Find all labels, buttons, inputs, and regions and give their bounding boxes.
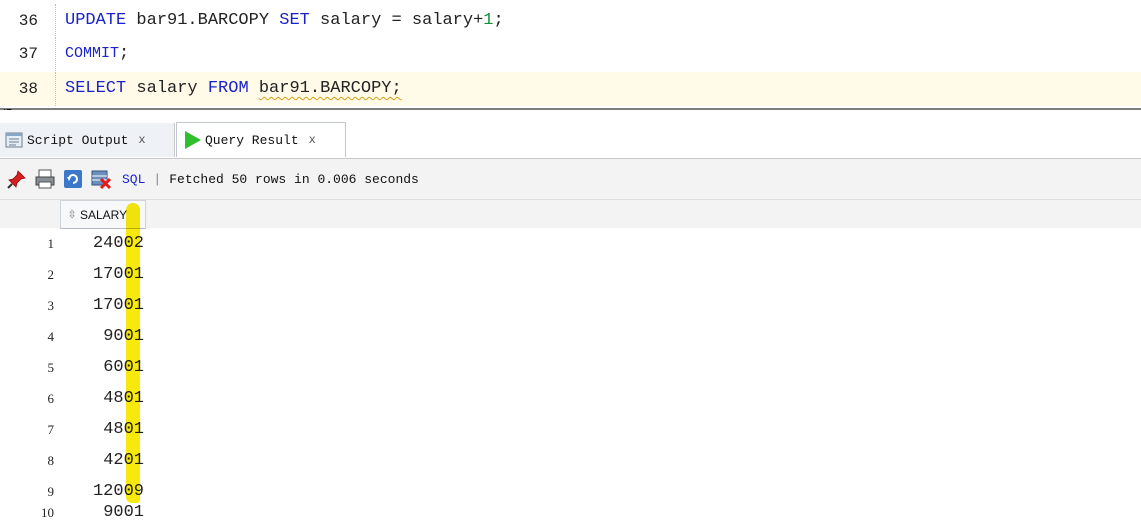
- code-token: ;: [119, 44, 130, 63]
- fetch-status: Fetched 50 rows in 0.006 seconds: [169, 171, 419, 187]
- gutter-rule: [55, 72, 56, 106]
- tab-query-result[interactable]: Query Result x: [176, 122, 346, 157]
- tab-script-output[interactable]: Script Output x: [0, 123, 175, 157]
- table-row[interactable]: 4 9001: [0, 321, 1141, 352]
- table-row[interactable]: 6 4801: [0, 383, 1141, 414]
- code-token: bar91.BARCOPY: [126, 11, 280, 30]
- keyword-set: SET: [279, 11, 310, 30]
- row-number: 10: [41, 505, 54, 520]
- row-number: 5: [47, 360, 55, 375]
- row-number: 8: [47, 453, 55, 468]
- sql-button[interactable]: SQL: [122, 172, 145, 187]
- keyword-update: UPDATE: [65, 11, 127, 30]
- table-row[interactable]: 7 4801: [0, 414, 1141, 445]
- highlighter-mark: [126, 203, 140, 503]
- tab-label: Script Output: [27, 132, 129, 148]
- gutter-rule: [55, 4, 56, 38]
- keyword-from: FROM: [207, 79, 249, 98]
- keyword-commit: COMMIT: [65, 45, 120, 62]
- code-text[interactable]: COMMIT;: [65, 37, 129, 71]
- row-number: 3: [47, 298, 55, 313]
- result-toolbar: SQL | Fetched 50 rows in 0.006 seconds: [0, 159, 1141, 200]
- table-row[interactable]: 3 17001: [0, 290, 1141, 321]
- row-number: 1: [47, 236, 55, 251]
- toolbar-separator: |: [153, 171, 162, 187]
- code-text[interactable]: UPDATE bar91.BARCOPY SET salary = salary…: [65, 4, 504, 38]
- table-row[interactable]: 10 9001: [0, 497, 1141, 528]
- column-header-label: SALARY: [80, 207, 128, 222]
- table-row[interactable]: 8 4201: [0, 445, 1141, 476]
- table-row[interactable]: 5 6001: [0, 352, 1141, 383]
- pin-icon[interactable]: [6, 168, 28, 190]
- row-number: 7: [47, 422, 55, 437]
- close-icon[interactable]: x: [309, 133, 316, 147]
- number-literal: 1: [483, 11, 494, 30]
- cancel-query-icon[interactable]: [90, 168, 112, 190]
- code-token: salary: [126, 79, 208, 98]
- code-text[interactable]: SELECT salary FROM bar91.BARCOPY;: [65, 72, 402, 106]
- tab-label: Query Result: [205, 132, 299, 148]
- row-number: 6: [47, 391, 55, 406]
- line-number: 38: [18, 80, 38, 98]
- table-row[interactable]: 1 24002: [0, 228, 1141, 259]
- row-number: 2: [47, 267, 55, 282]
- code-token: ;: [493, 11, 504, 30]
- warning-squiggle-token: bar91.BARCOPY;: [258, 79, 402, 98]
- row-number: 4: [47, 329, 55, 344]
- code-line-37[interactable]: 37 COMMIT;: [0, 37, 1141, 71]
- keyword-select: SELECT: [65, 79, 127, 98]
- sort-icon[interactable]: ⇳: [64, 208, 80, 221]
- line-number: 36: [18, 12, 38, 30]
- close-icon[interactable]: x: [138, 133, 145, 147]
- script-output-icon: [5, 131, 23, 149]
- code-line-36[interactable]: 36 UPDATE bar91.BARCOPY SET salary = sal…: [0, 4, 1141, 38]
- print-icon[interactable]: [34, 168, 56, 190]
- code-token: salary = salary+: [309, 11, 484, 30]
- output-tab-bar: Script Output x Query Result x: [0, 110, 1141, 159]
- grid-header: ⇳ SALARY: [0, 200, 1141, 229]
- result-grid[interactable]: ⇳ SALARY 1 24002 2 17001 3 17001 4 9001 …: [0, 200, 1141, 522]
- play-icon: [185, 131, 201, 149]
- sql-editor[interactable]: 36 UPDATE bar91.BARCOPY SET salary = sal…: [0, 0, 1141, 108]
- refresh-icon[interactable]: [62, 168, 84, 190]
- table-row[interactable]: 2 17001: [0, 259, 1141, 290]
- gutter-rule: [55, 37, 56, 71]
- code-line-38[interactable]: 38 SELECT salary FROM bar91.BARCOPY;: [0, 72, 1141, 106]
- line-number: 37: [18, 45, 38, 63]
